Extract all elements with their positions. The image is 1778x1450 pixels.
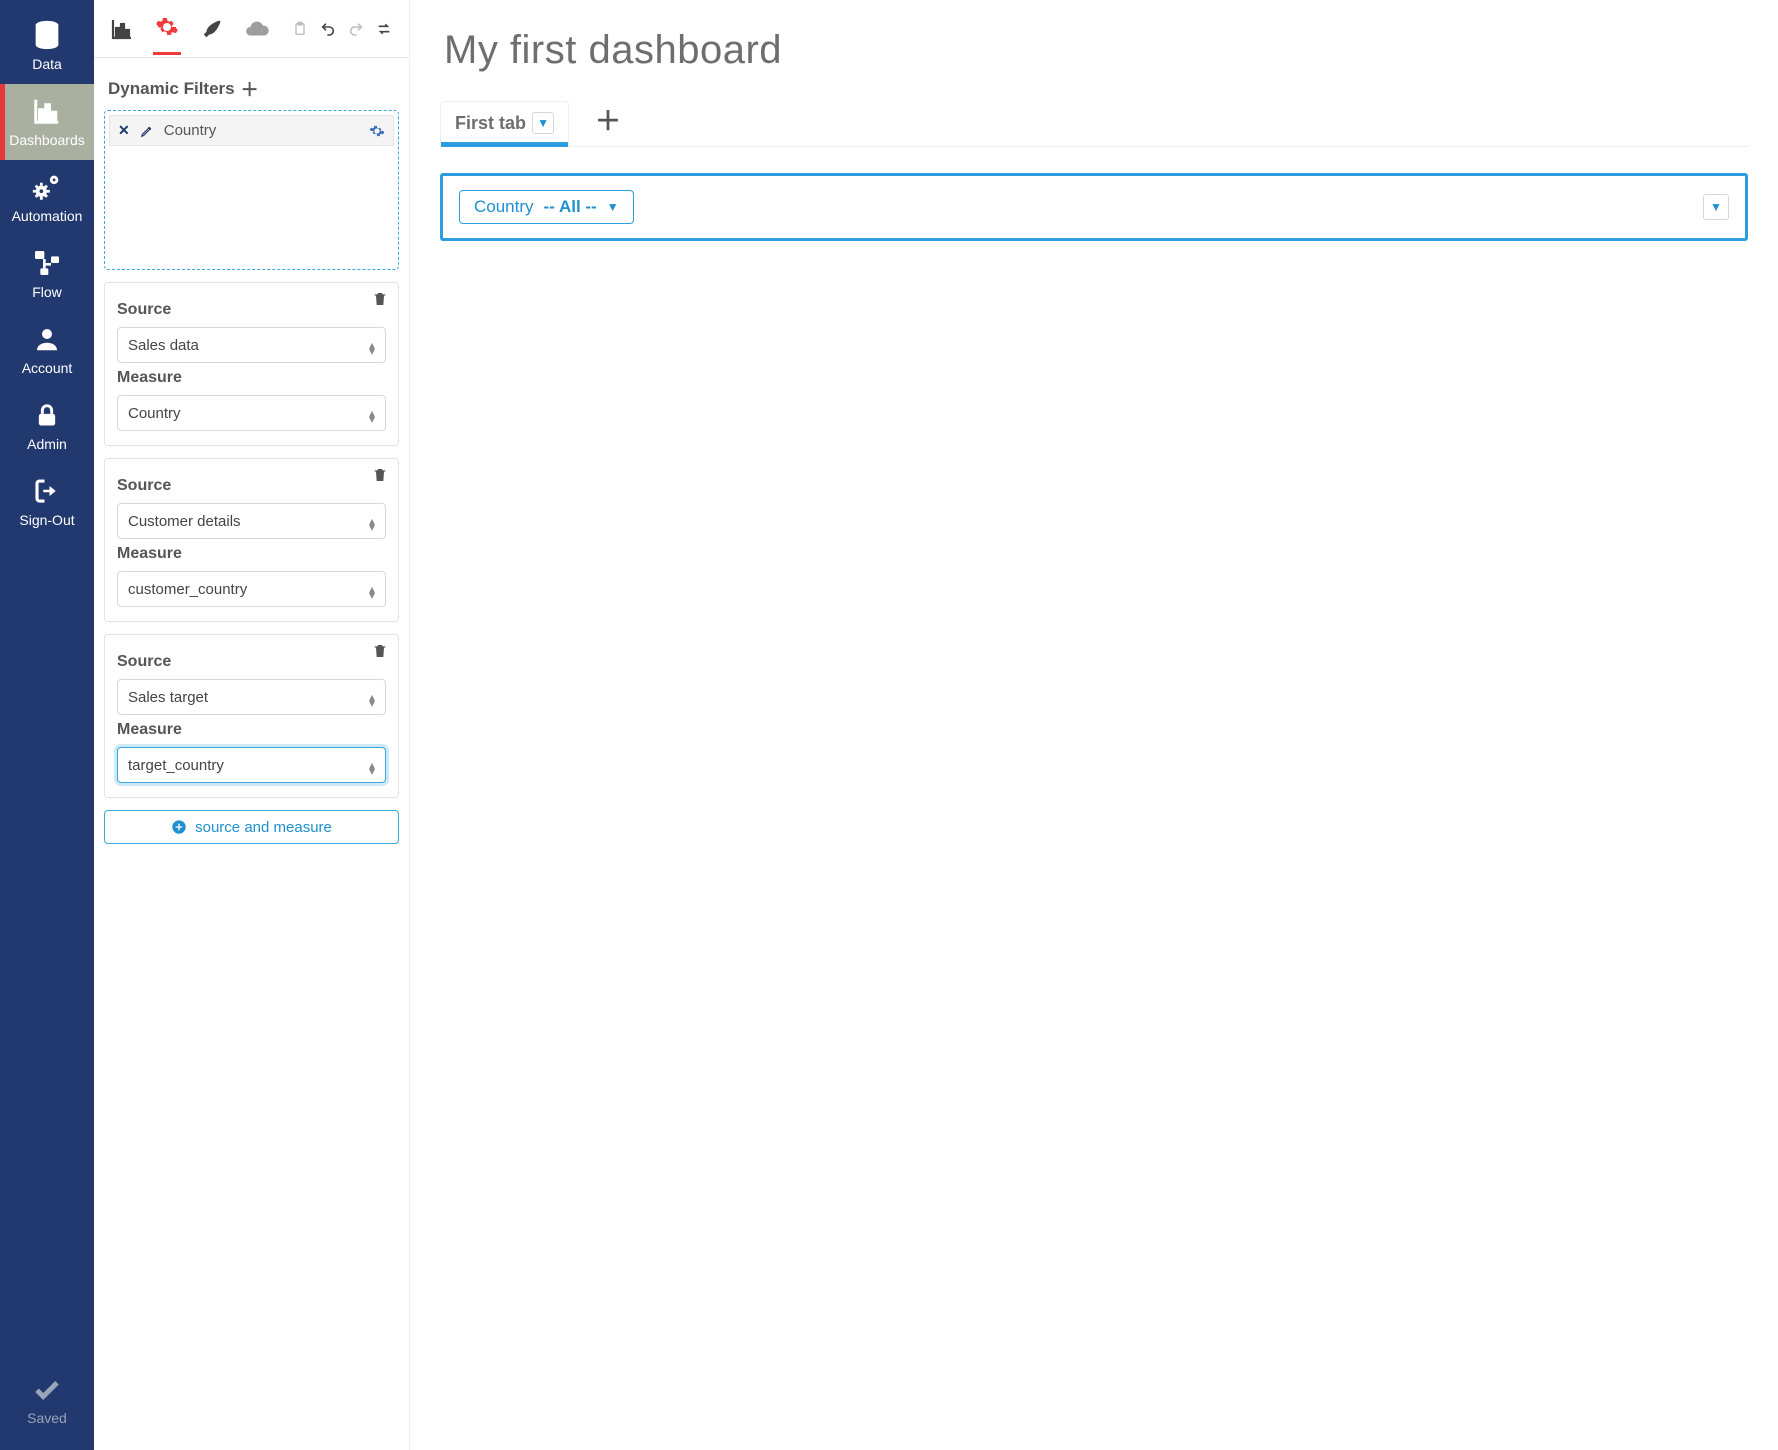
nav-label: Account bbox=[22, 360, 73, 376]
filter-chip-gear-icon[interactable] bbox=[369, 123, 385, 139]
checkmark-icon bbox=[32, 1372, 62, 1406]
edit-filter-icon[interactable] bbox=[140, 124, 154, 138]
filter-value: -- All -- bbox=[544, 197, 597, 217]
flow-icon bbox=[31, 246, 63, 280]
lock-icon bbox=[33, 398, 61, 432]
tab-menu-button[interactable]: ▼ bbox=[532, 112, 554, 134]
source-measure-block: Source Sales data ▴▾ Measure Country ▴▾ bbox=[104, 282, 399, 446]
caret-icon: ▴▾ bbox=[369, 407, 375, 419]
nav-account[interactable]: Account bbox=[0, 312, 94, 388]
source-label: Source bbox=[117, 477, 386, 495]
nav-automation[interactable]: Automation bbox=[0, 160, 94, 236]
filter-field: Country bbox=[474, 197, 534, 217]
nav-label: Flow bbox=[32, 284, 62, 300]
measure-label: Measure bbox=[117, 545, 386, 563]
page-title: My first dashboard bbox=[444, 28, 1744, 73]
source-label: Source bbox=[117, 301, 386, 319]
source-label: Source bbox=[117, 653, 386, 671]
measure-select[interactable]: customer_country ▴▾ bbox=[117, 571, 386, 607]
measure-select[interactable]: Country ▴▾ bbox=[117, 395, 386, 431]
add-source-measure-button[interactable]: source and measure bbox=[104, 810, 399, 844]
nav-label: Admin bbox=[27, 436, 67, 452]
config-panel: Dynamic Filters ＋ ✕ Country Source bbox=[94, 0, 410, 1450]
filters-dropzone[interactable]: ✕ Country bbox=[104, 110, 399, 270]
source-select[interactable]: Sales data ▴▾ bbox=[117, 327, 386, 363]
source-measure-block: Source Sales target ▴▾ Measure target_co… bbox=[104, 634, 399, 798]
dynamic-filters-heading: Dynamic Filters ＋ bbox=[108, 76, 395, 102]
measure-label: Measure bbox=[117, 369, 386, 387]
remove-filter-icon[interactable]: ✕ bbox=[118, 122, 130, 139]
delete-block-icon[interactable] bbox=[372, 467, 388, 483]
tool-undo[interactable] bbox=[317, 18, 339, 40]
country-filter-pill[interactable]: Country -- All -- ▼ bbox=[459, 190, 634, 224]
caret-icon: ▴▾ bbox=[369, 759, 375, 771]
dashboard-filter-band: Country -- All -- ▼ ▼ bbox=[440, 173, 1748, 241]
nav-saved: Saved bbox=[0, 1362, 94, 1450]
caret-icon: ▴▾ bbox=[369, 691, 375, 703]
nav-flow[interactable]: Flow bbox=[0, 236, 94, 312]
saved-label: Saved bbox=[27, 1410, 67, 1426]
bar-chart-icon bbox=[32, 94, 62, 128]
caret-icon: ▴▾ bbox=[369, 339, 375, 351]
gears-icon bbox=[30, 170, 64, 204]
delete-block-icon[interactable] bbox=[372, 291, 388, 307]
nav-admin[interactable]: Admin bbox=[0, 388, 94, 464]
nav-dashboards[interactable]: Dashboards bbox=[0, 84, 94, 160]
caret-icon: ▴▾ bbox=[369, 515, 375, 527]
measure-label: Measure bbox=[117, 721, 386, 739]
tab-label: First tab bbox=[455, 113, 526, 134]
nav-data[interactable]: Data bbox=[0, 8, 94, 84]
add-filter-button[interactable]: ＋ bbox=[241, 76, 259, 102]
tab-first[interactable]: First tab ▼ bbox=[440, 101, 569, 146]
nav-label: Automation bbox=[12, 208, 83, 224]
measure-select[interactable]: target_country ▴▾ bbox=[117, 747, 386, 783]
dashboard-canvas: My first dashboard First tab ▼ ＋ Country… bbox=[410, 0, 1778, 1450]
tool-style[interactable] bbox=[199, 3, 226, 55]
database-icon bbox=[30, 18, 64, 52]
tab-bar: First tab ▼ ＋ bbox=[440, 101, 1748, 147]
add-tab-button[interactable]: ＋ bbox=[589, 101, 627, 146]
tool-chart[interactable] bbox=[108, 3, 135, 55]
left-rail: Data Dashboards Automation Flow Account … bbox=[0, 0, 94, 1450]
config-toolstrip bbox=[94, 0, 409, 58]
source-select[interactable]: Sales target ▴▾ bbox=[117, 679, 386, 715]
filter-chip[interactable]: ✕ Country bbox=[109, 115, 394, 146]
tool-redo[interactable] bbox=[345, 18, 367, 40]
nav-label: Dashboards bbox=[9, 132, 85, 148]
nav-label: Data bbox=[32, 56, 62, 72]
source-select[interactable]: Customer details ▴▾ bbox=[117, 503, 386, 539]
delete-block-icon[interactable] bbox=[372, 643, 388, 659]
tool-cloud[interactable] bbox=[244, 3, 271, 55]
nav-label: Sign-Out bbox=[19, 512, 74, 528]
chevron-down-icon: ▼ bbox=[607, 200, 619, 214]
caret-icon: ▴▾ bbox=[369, 583, 375, 595]
source-measure-block: Source Customer details ▴▾ Measure custo… bbox=[104, 458, 399, 622]
user-icon bbox=[32, 322, 62, 356]
tool-clipboard[interactable] bbox=[289, 18, 311, 40]
filter-chip-label: Country bbox=[164, 122, 217, 139]
tool-settings[interactable] bbox=[153, 3, 180, 55]
filter-band-menu[interactable]: ▼ bbox=[1703, 194, 1729, 220]
nav-signout[interactable]: Sign-Out bbox=[0, 464, 94, 540]
signout-icon bbox=[32, 474, 62, 508]
tool-swap[interactable] bbox=[373, 18, 395, 40]
